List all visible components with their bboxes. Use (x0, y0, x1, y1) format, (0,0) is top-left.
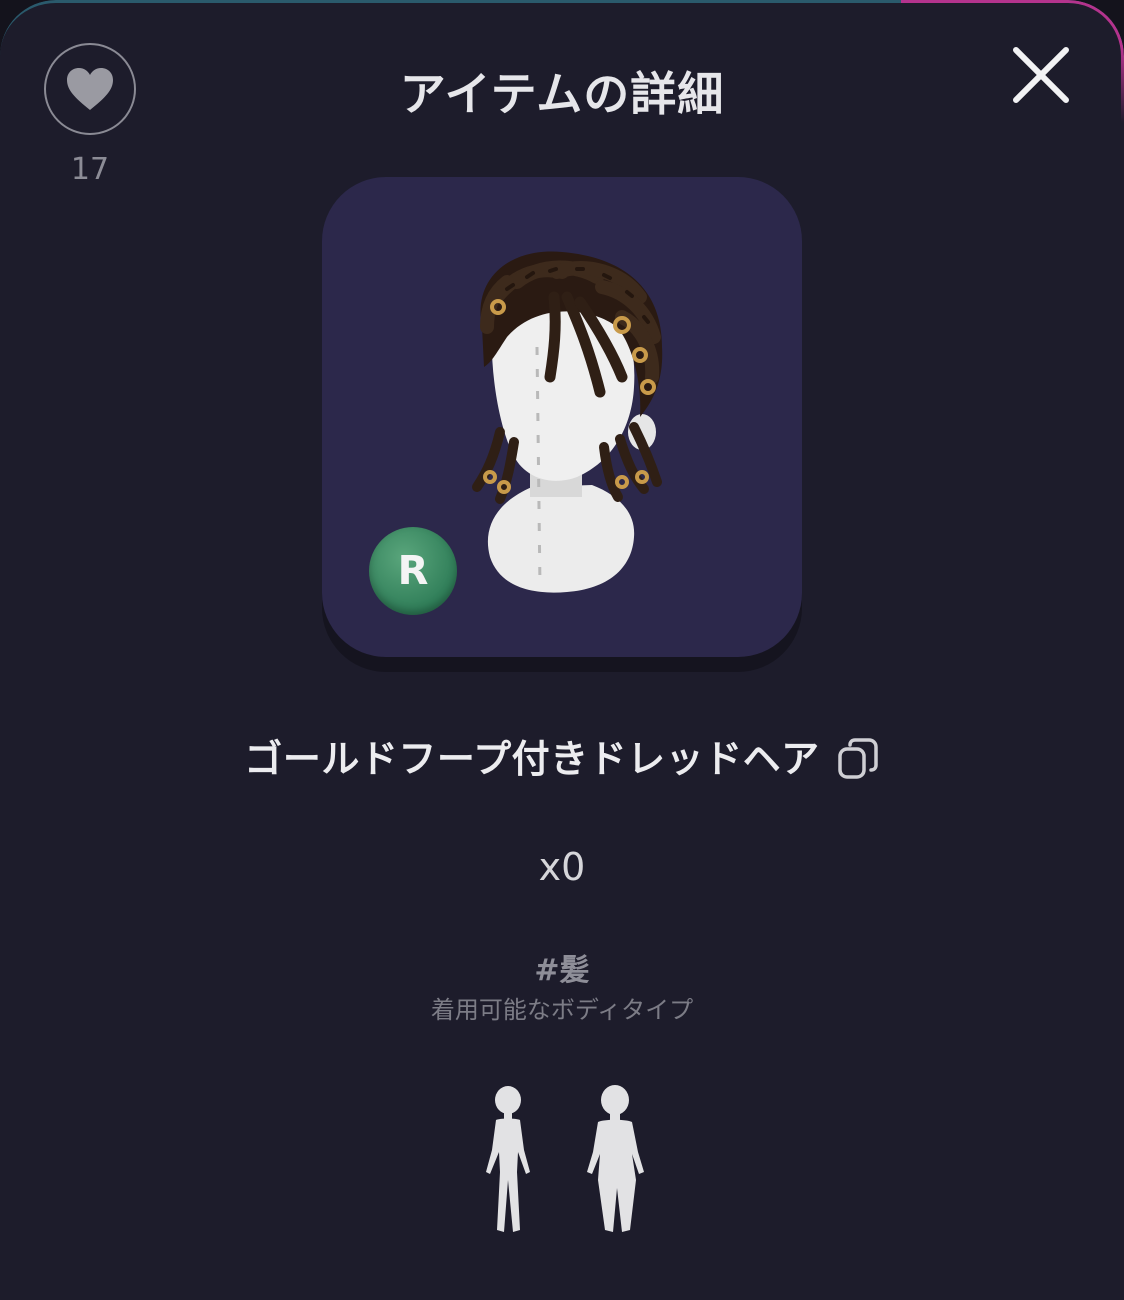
body-types-icons (486, 1085, 644, 1232)
body-type-label: 着用可能なボディタイプ (430, 996, 694, 1024)
item-preview-card: R (322, 177, 802, 657)
close-icon (1013, 47, 1069, 103)
owned-quantity: x0 (538, 845, 586, 889)
item-detail-sheet: 17 アイテムの詳細 R ゴールドフープ付きドレッドヘア x0 #髪 着用可能な… (0, 0, 1124, 1300)
favorite-count: 17 (70, 152, 110, 187)
item-name-row: ゴールドフープ付きドレッドヘア (0, 728, 1124, 783)
close-button[interactable] (1008, 42, 1074, 108)
category-tag[interactable]: #髪 (0, 945, 1124, 989)
slim-body-type-icon (486, 1086, 530, 1232)
item-name: ゴールドフープ付きドレッドヘア (244, 737, 820, 781)
rarity-badge: R (369, 527, 457, 615)
curvy-body-type-icon (587, 1085, 644, 1232)
copy-icon[interactable] (836, 737, 880, 781)
page-title: アイテムの詳細 (399, 67, 725, 121)
